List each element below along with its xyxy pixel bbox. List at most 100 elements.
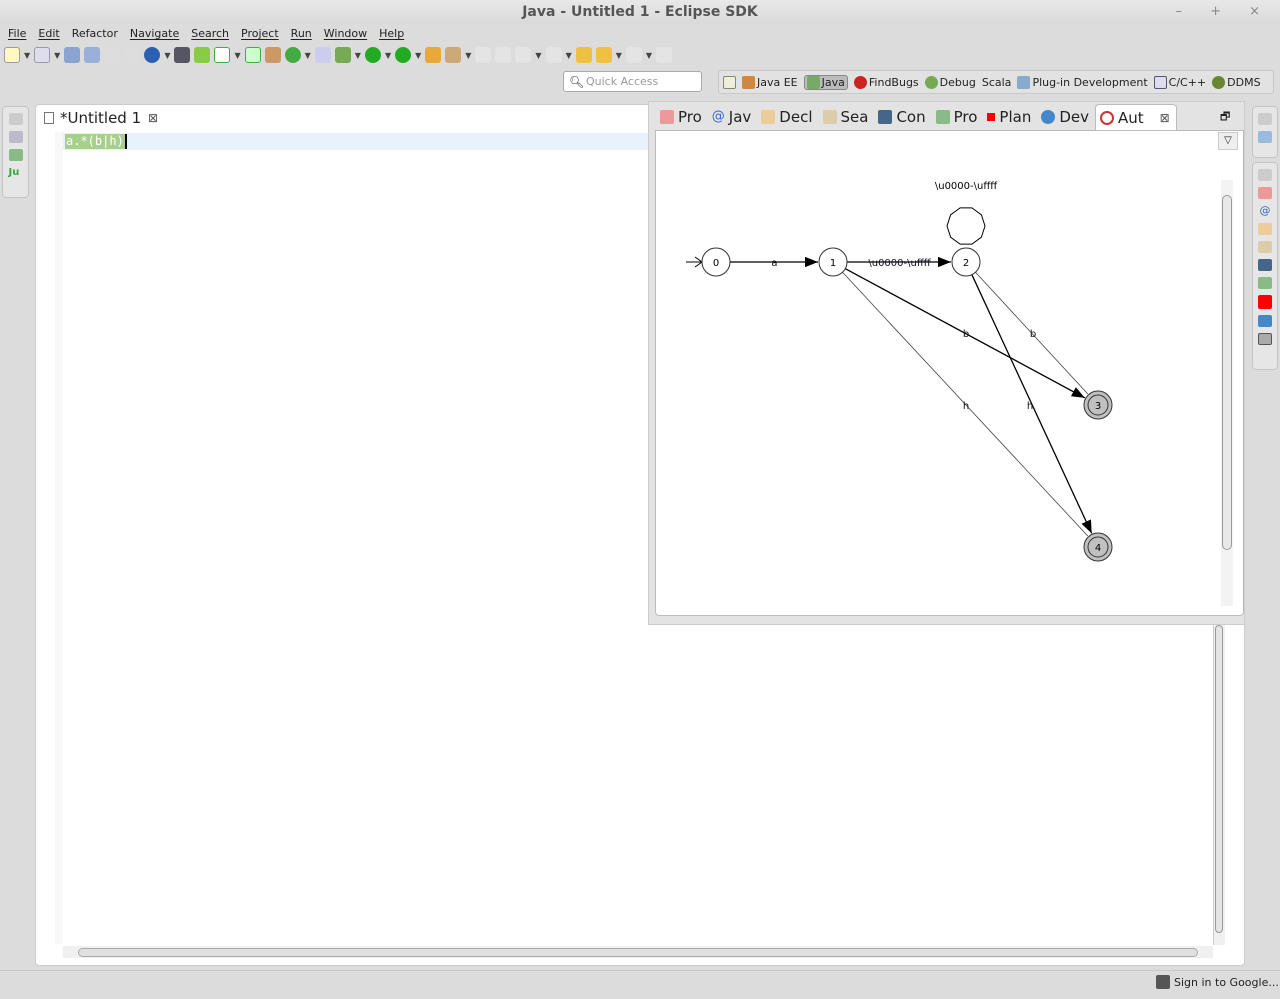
android-sdk-icon[interactable] — [174, 47, 191, 63]
menu-edit[interactable]: Edit — [38, 24, 59, 44]
edge-label: a — [771, 258, 777, 269]
perspective-debug[interactable]: Debug — [924, 75, 976, 89]
save-all-icon[interactable] — [84, 47, 101, 63]
menu-help[interactable]: Help — [379, 24, 404, 44]
automaton-icon[interactable] — [1258, 333, 1272, 345]
perspective-open[interactable] — [723, 75, 736, 89]
declaration-icon[interactable] — [1258, 223, 1272, 235]
package-explorer-icon[interactable] — [8, 131, 23, 143]
quick-access-placeholder: Quick Access — [586, 75, 659, 88]
tab-problems[interactable]: Pro — [656, 104, 708, 130]
refresh-icon[interactable] — [284, 47, 301, 63]
google-signin[interactable]: Sign in to Google... — [1156, 975, 1279, 989]
junit-icon[interactable]: Ju — [9, 167, 23, 179]
perspective-label: Scala — [981, 75, 1012, 89]
progress-icon[interactable] — [1258, 277, 1272, 289]
javadoc-icon[interactable]: @ — [1258, 205, 1272, 217]
restore-icon[interactable] — [1258, 113, 1272, 125]
menu-search[interactable]: Search — [191, 24, 229, 44]
print-icon[interactable] — [104, 47, 121, 63]
declaration-icon — [761, 110, 776, 124]
tab-declaration[interactable]: Decl — [757, 104, 818, 130]
state-node-2[interactable]: 2 — [951, 247, 981, 277]
edge-label: b — [1030, 329, 1036, 340]
left-trim-stack: Ju — [2, 106, 29, 198]
menu-bar: File Edit Refactor Navigate Search Proje… — [0, 24, 1280, 44]
perspective-java-ee[interactable]: Java EE — [742, 75, 798, 89]
last-edit-icon[interactable] — [575, 47, 592, 63]
menu-project[interactable]: Project — [241, 24, 279, 44]
search-icon[interactable] — [1258, 241, 1272, 253]
tab-progress[interactable]: Pro — [932, 104, 984, 130]
back-icon[interactable] — [595, 47, 612, 63]
new-icon[interactable] — [4, 47, 20, 63]
quick-access-input[interactable]: 🔍︎ Quick Access — [563, 71, 702, 92]
state-node-3[interactable]: 3 — [1083, 390, 1113, 420]
devices-icon[interactable] — [1258, 315, 1272, 327]
tab-javadoc[interactable]: @ Jav — [708, 104, 758, 130]
outline-icon[interactable] — [1258, 131, 1272, 143]
menu-navigate[interactable]: Navigate — [130, 24, 179, 44]
tab-console[interactable]: Con — [874, 104, 931, 130]
restore-icon[interactable] — [1258, 169, 1272, 181]
tab-plan[interactable]: Plan — [983, 104, 1037, 130]
perspective-java[interactable]: Java — [803, 74, 848, 90]
menu-window[interactable]: Window — [324, 24, 367, 44]
view-vertical-scroll-thumb[interactable] — [1222, 195, 1232, 550]
search-icon[interactable] — [445, 47, 462, 63]
window-controls[interactable]: – + × — [1175, 0, 1272, 24]
console-icon[interactable] — [1258, 259, 1272, 271]
editor-text[interactable]: a.*(b|h) — [65, 134, 127, 149]
tab-search[interactable]: Sea — [819, 104, 875, 130]
restore-view-icon[interactable]: 🗗︎ — [1220, 108, 1230, 127]
restore-icon[interactable] — [8, 113, 23, 125]
new-android-icon[interactable] — [244, 47, 261, 63]
disabled-icon — [124, 47, 141, 63]
check-icon[interactable] — [214, 47, 231, 63]
progress-icon — [935, 110, 950, 124]
horizontal-scroll-thumb[interactable] — [78, 948, 1198, 957]
close-icon[interactable]: ⊠ — [148, 106, 158, 130]
state-node-4[interactable]: 4 — [1083, 532, 1113, 562]
tab-automaton[interactable]: Aut ⊠ — [1095, 104, 1177, 130]
new-type-icon[interactable] — [34, 47, 51, 63]
plugin-icon — [1017, 75, 1031, 89]
android-avd-icon[interactable] — [194, 47, 211, 63]
right-trim-stack-views: @ — [1252, 162, 1278, 370]
perspective-scala[interactable]: Scala — [982, 76, 1012, 89]
perspective-cpp[interactable]: C/C++ — [1153, 75, 1206, 89]
editor-tab[interactable]: *Untitled 1 ⊠ — [40, 106, 162, 130]
view-menu-button[interactable]: ▽ — [1218, 132, 1238, 150]
state-label: 4 — [1095, 543, 1101, 554]
save-icon[interactable] — [64, 47, 81, 63]
hierarchy-icon[interactable] — [8, 149, 23, 161]
run-icon[interactable] — [364, 47, 381, 63]
tab-label: Pro — [953, 108, 978, 126]
plan-icon[interactable] — [1258, 295, 1272, 309]
tab-devices[interactable]: Dev — [1037, 104, 1095, 130]
perspective-plugin-development[interactable]: Plug-in Development — [1017, 75, 1148, 89]
tab-label: Aut — [1118, 108, 1144, 127]
state-node-1[interactable]: 1 — [818, 247, 848, 277]
grid-icon[interactable] — [264, 47, 281, 63]
close-icon[interactable]: ⊠ — [1160, 105, 1170, 131]
pin-icon[interactable] — [314, 47, 331, 63]
menu-run[interactable]: Run — [291, 24, 312, 44]
self-loop-edge — [946, 207, 986, 245]
perspective-label: Java — [821, 75, 845, 89]
perspective-ddms[interactable]: DDMS — [1212, 75, 1261, 89]
debug-icon[interactable] — [334, 47, 351, 63]
open-folder-icon[interactable] — [425, 47, 442, 63]
editor-vertical-scroll-thumb[interactable] — [1215, 625, 1223, 933]
editor-tab-label: *Untitled 1 — [60, 109, 142, 127]
edge-label: h — [1027, 401, 1033, 412]
menu-refactor[interactable]: Refactor — [72, 24, 118, 44]
perspective-findbugs[interactable]: FindBugs — [853, 75, 919, 89]
google-icon[interactable] — [144, 47, 161, 63]
problems-icon[interactable] — [1258, 187, 1272, 199]
menu-file[interactable]: File — [8, 24, 26, 44]
debug-icon — [924, 75, 938, 89]
run-external-icon[interactable] — [395, 47, 412, 63]
state-node-0[interactable]: 0 — [701, 247, 731, 277]
cpp-icon — [1153, 75, 1167, 89]
